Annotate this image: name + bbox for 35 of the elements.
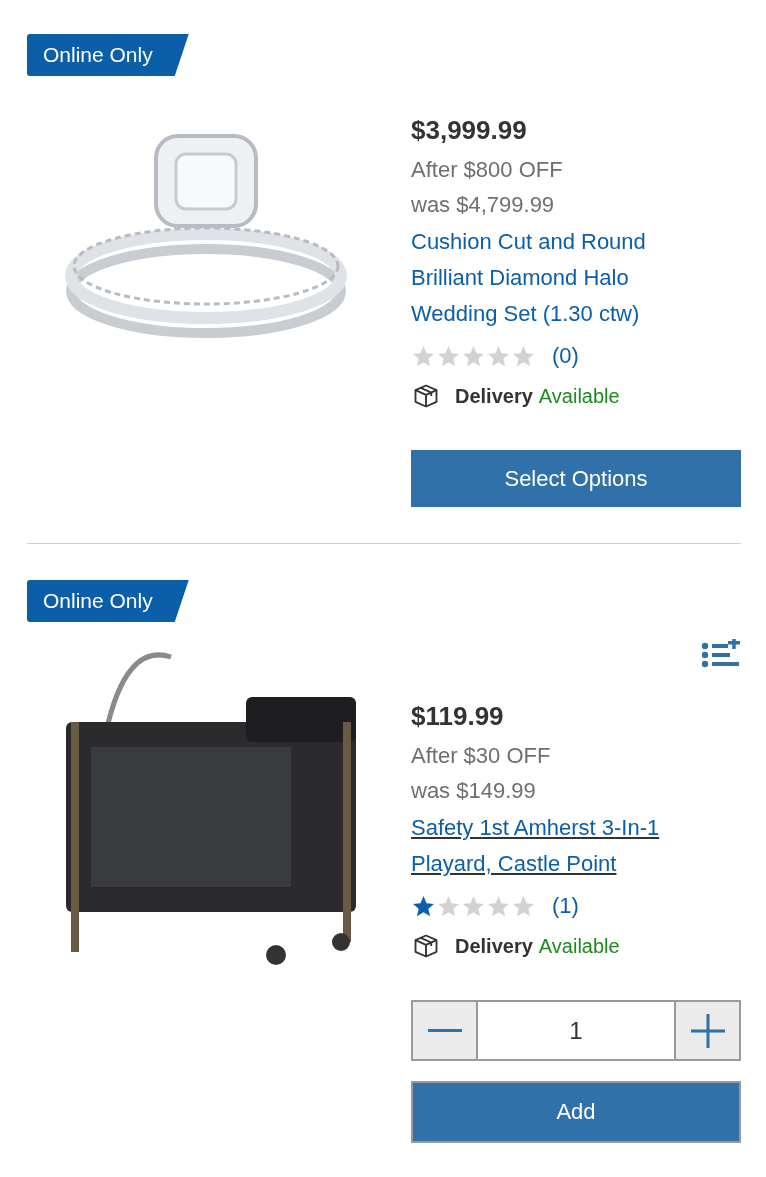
online-only-badge: Online Only (27, 34, 189, 76)
product-title-link[interactable]: Safety 1st Amherst 3-In-1 Playard, Castle Point (411, 810, 701, 882)
price-text: $119.99 (411, 702, 505, 730)
star-icon (511, 893, 536, 919)
minus-icon (427, 1028, 462, 1033)
review-count-link[interactable]: (0) (552, 343, 579, 369)
star-icon (411, 343, 436, 369)
product-title-link[interactable]: Cushion Cut and Round Brilliant Diamond Halo Wedding Set (1.30 ctw) (411, 224, 701, 332)
star-icon (486, 343, 511, 369)
delivery-label: Delivery (455, 384, 533, 408)
star-icon (511, 343, 536, 369)
add-to-list-icon[interactable] (701, 639, 741, 669)
online-only-badge: Online Only (27, 580, 189, 622)
was-price-text: was $149.99 (411, 777, 537, 805)
add-button[interactable]: Add (411, 1081, 741, 1143)
star-icon (436, 343, 461, 369)
quantity-field[interactable]: 1 (476, 1002, 676, 1059)
review-count-link[interactable]: (1) (552, 893, 579, 919)
plus-icon (690, 1013, 725, 1048)
star-icon (461, 343, 486, 369)
star-icon (461, 893, 486, 919)
delivery-status: Available (538, 934, 620, 958)
delivery-label: Delivery (455, 934, 533, 958)
discount-text: After $30 OFF (411, 742, 552, 770)
quantity-stepper[interactable]: 1 (411, 1000, 741, 1061)
discount-text: After $800 OFF (411, 156, 564, 184)
price-text: $3,999.99 (411, 116, 528, 144)
decrease-button[interactable] (413, 1002, 476, 1059)
increase-button[interactable] (676, 1002, 739, 1059)
delivery-status: Available (538, 384, 620, 408)
star-icon (486, 893, 511, 919)
select-options-button[interactable]: Select Options (411, 450, 741, 507)
star-icon (411, 893, 436, 919)
star-icon (436, 893, 461, 919)
was-price-text: was $4,799.99 (411, 191, 556, 219)
